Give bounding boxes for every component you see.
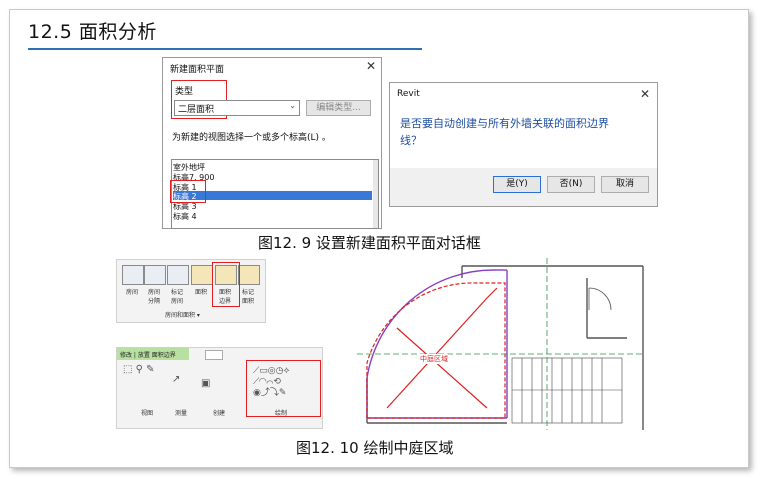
yes-button[interactable]: 是(Y) [493,176,541,193]
no-button[interactable]: 否(N) [547,176,595,193]
room-area-panel-label[interactable]: 房间和面积 ▾ [165,310,200,319]
new-area-plan-dialog: 新建面积平面 ✕ 类型 二层面积 ⌄ 编辑类型... 为新建的视图选择一个或多个… [162,57,382,229]
area-icon[interactable] [191,265,213,285]
measure-icon[interactable]: ↗ [172,374,180,385]
revit-message-line1: 是否要自动创建与所有外墙关联的面积边界 [400,117,609,130]
panel-label-view: 视图 [141,410,154,417]
atrium-zone-label: 中庭区域 [420,354,448,364]
edit-type-button[interactable]: 编辑类型... [306,100,371,116]
type-select[interactable]: 二层面积 ⌄ [174,100,300,116]
close-icon[interactable]: ✕ [366,59,376,73]
panel-label-create: 创建 [213,410,226,417]
room-separator-button-label: 房间 分隔 [147,289,160,305]
figure-caption-12-10: 图12. 10 绘制中庭区域 [296,439,454,457]
levels-scrollbar[interactable] [373,160,378,228]
cancel-button[interactable]: 取消 [601,176,649,193]
context-tab-label: 修改 | 放置 面积边界 [120,352,176,359]
close-icon[interactable]: ✕ [640,87,650,101]
tab-dropdown[interactable] [205,350,223,360]
revit-dialog-titlebar [390,83,657,105]
room-icon[interactable] [122,265,144,285]
revit-confirm-dialog: Revit ✕ 是否要自动创建与所有外墙关联的面积边界 线？ 是(Y) 否(N)… [389,82,658,207]
create-component-icon[interactable]: ▣ [201,378,210,389]
revit-message-line2: 线？ [400,134,422,147]
area-button-label: 面积 [194,289,207,296]
dialog-title: 新建面积平面 [170,65,225,75]
revit-dialog-title: Revit [397,89,420,99]
tag-room-icon[interactable] [167,265,189,285]
modify-ribbon: 修改 | 放置 面积边界 ⬚ ⚲ ✎ ↗ ▣ ⟋▭◎◷⟡ ⟋◜◝⌒⟲ ◉⤴⤵✎ 视图… [116,347,323,429]
selected-level-highlight-box [170,180,206,203]
tag-area-icon[interactable] [238,265,260,285]
panel-label-draw: 绘制 [275,410,288,417]
type-select-value: 二层面积 [178,105,215,115]
level-item[interactable]: 标高 4 [173,211,197,222]
panel-label-measure: 测量 [175,410,188,417]
heading-underline [28,48,422,50]
room-area-ribbon-panel: 房间 房间 分隔 标记 房间 面积 面积 边界 标记 面积 房间和面积 ▾ [116,259,266,323]
tag-room-button-label: 标记 房间 [170,289,183,305]
levels-prompt: 为新建的视图选择一个或多个标高(L) 。 [172,133,331,143]
figure-caption-12-9: 图12. 9 设置新建面积平面对话框 [258,234,481,252]
room-button-label: 房间 [125,289,138,296]
section-heading: 12.5 面积分析 [28,21,157,43]
chevron-down-icon: ⌄ [289,101,296,110]
type-label: 类型 [175,87,194,97]
area-boundary-highlight-box [212,262,240,307]
room-separator-icon[interactable] [144,265,166,285]
modify-tools-icon[interactable]: ⬚ ⚲ ✎ [123,364,155,375]
floor-plan-drawing [327,258,645,430]
context-tab[interactable]: 修改 | 放置 面积边界 [117,348,189,360]
